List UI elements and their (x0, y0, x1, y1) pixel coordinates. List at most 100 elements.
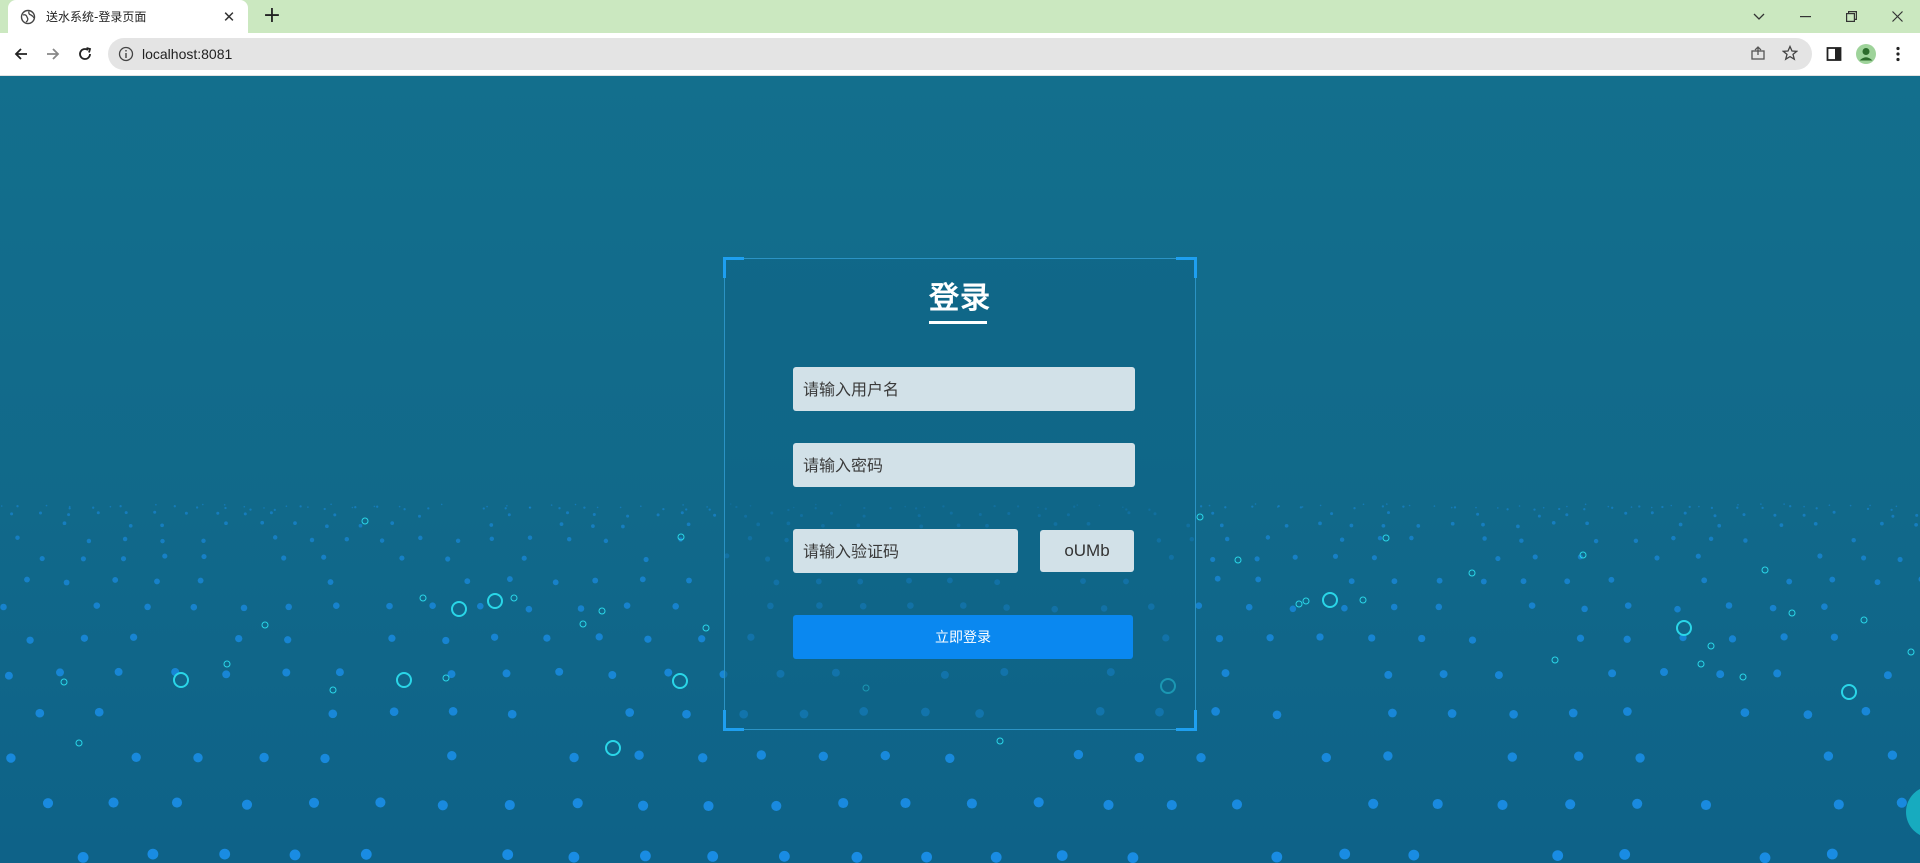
particle-dot (42, 798, 54, 809)
particle-dot (1654, 555, 1660, 561)
username-input[interactable] (793, 367, 1135, 411)
particle-dot (1381, 523, 1386, 528)
particle-dot (293, 521, 297, 525)
particle-dot (640, 850, 651, 862)
particle-dot (120, 556, 127, 562)
share-icon[interactable] (1750, 45, 1766, 61)
particle-dot (577, 605, 585, 612)
tab-close-icon[interactable]: ✕ (220, 8, 238, 26)
particle-dot (284, 636, 292, 644)
particle-dot (707, 851, 719, 862)
forward-icon[interactable] (39, 40, 67, 68)
particle-dot (1224, 536, 1230, 542)
particle-dot (309, 537, 315, 543)
particle-dot (35, 708, 45, 718)
particle-dot (1608, 576, 1615, 583)
particle-dot (162, 553, 168, 559)
captcha-image[interactable]: oUMb (1040, 530, 1134, 572)
particle-dot (1196, 753, 1206, 763)
minimize-icon[interactable] (1782, 0, 1828, 33)
site-info-icon[interactable] (118, 46, 134, 62)
particle-dot (1813, 521, 1818, 526)
particle-dot (1869, 504, 1871, 507)
particle-dot (1386, 503, 1388, 505)
particle-dot (966, 798, 977, 809)
particle-dot (112, 576, 119, 583)
bookmark-star-icon[interactable] (1782, 45, 1798, 61)
close-window-icon[interactable] (1874, 0, 1920, 33)
particle-dot (1497, 507, 1499, 509)
particle-dot (1390, 603, 1398, 611)
particle-dot (1915, 513, 1919, 517)
profile-avatar-icon[interactable] (1852, 40, 1880, 68)
particle-dot (1660, 668, 1668, 676)
captcha-input[interactable] (793, 529, 1018, 573)
particle-dot (171, 797, 183, 808)
particle-dot (1371, 555, 1377, 561)
menu-kebab-icon[interactable] (1884, 40, 1912, 68)
particle-dot (1861, 555, 1867, 561)
particle-dot (16, 505, 19, 508)
particle-dot (626, 514, 630, 518)
particle-dot (1874, 579, 1881, 586)
particle-dot (201, 554, 207, 560)
particle-dot (1292, 554, 1298, 560)
particle-dot (1453, 506, 1457, 509)
particle-dot (698, 635, 706, 643)
particle-dot (0, 505, 3, 507)
restore-icon[interactable] (1828, 0, 1874, 33)
particle-dot (1436, 577, 1443, 584)
particle-dot (559, 522, 564, 526)
particle-dot (299, 505, 302, 508)
particle-dot (1528, 602, 1536, 609)
particle-dot (219, 848, 231, 860)
side-panel-icon[interactable] (1820, 40, 1848, 68)
particle-dot (1558, 507, 1561, 511)
particle-dot (1497, 799, 1508, 810)
particle-dot (1416, 524, 1421, 528)
particle-dot (1581, 605, 1588, 613)
particle-dot (1254, 556, 1260, 562)
particle-dot (447, 751, 457, 761)
particle-dot (1432, 798, 1443, 810)
new-tab-button[interactable]: + (258, 2, 286, 30)
particle-dot (1789, 505, 1792, 508)
password-input[interactable] (793, 443, 1135, 487)
particle-dot (680, 511, 684, 515)
back-icon[interactable] (7, 40, 35, 68)
particle-dot (389, 707, 399, 717)
particle-dot (1265, 535, 1271, 540)
tab-search-icon[interactable] (1736, 0, 1782, 33)
particle-dot (62, 521, 67, 526)
particle-dot (698, 753, 708, 763)
particle-dot (489, 523, 494, 527)
panel-corner (1176, 710, 1197, 731)
particle-dot (619, 506, 622, 509)
particle-dot (1277, 504, 1280, 508)
particle-dot (1821, 603, 1828, 610)
particle-dot (1214, 575, 1221, 582)
particle-dot (1914, 522, 1918, 527)
particle-dot (1891, 514, 1895, 518)
particle-dot (354, 506, 357, 509)
particle-dot (1339, 537, 1345, 542)
particle-dot (235, 634, 243, 643)
particle-dot (243, 512, 247, 516)
particle-dot (272, 535, 278, 540)
particle-dot (224, 521, 228, 526)
particle-dot (1289, 605, 1297, 613)
login-button[interactable]: 立即登录 (793, 615, 1133, 659)
particle-dot (550, 504, 553, 506)
particle-dot (1717, 523, 1722, 528)
active-tab[interactable]: 送水系统-登录页面 ✕ (8, 0, 248, 33)
particle-dot (1896, 797, 1907, 808)
particle-dot (1409, 535, 1414, 541)
particle-dot (1700, 799, 1712, 811)
particle-dot (1688, 505, 1691, 509)
reload-icon[interactable] (71, 40, 99, 68)
particle-dot (263, 507, 265, 509)
address-bar[interactable]: localhost:8081 (108, 38, 1812, 70)
particle-dot (592, 577, 599, 584)
particle-dot (1780, 633, 1788, 641)
particle-dot (273, 508, 276, 512)
